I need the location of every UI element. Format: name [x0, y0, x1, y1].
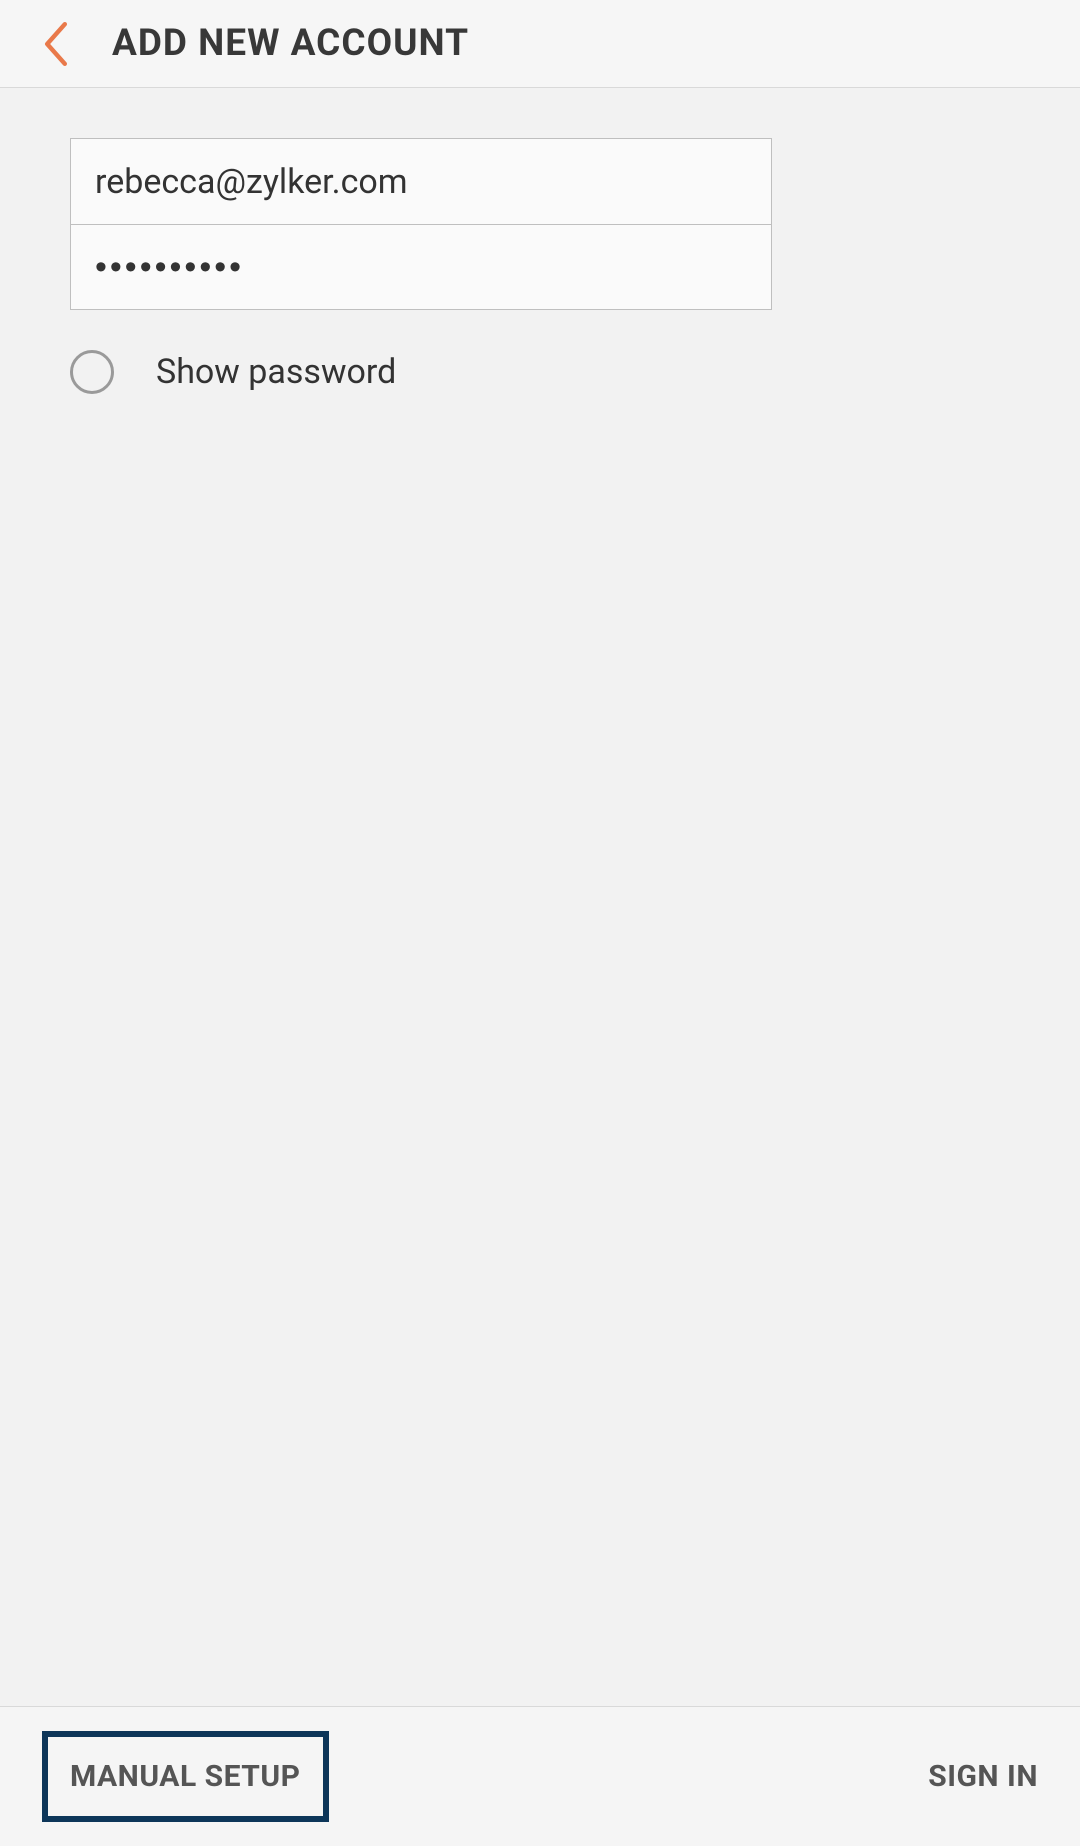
show-password-label: Show password — [156, 352, 396, 392]
email-field[interactable] — [71, 139, 771, 224]
page-title: ADD NEW ACCOUNT — [112, 22, 469, 65]
form-content: Show password — [0, 88, 1080, 1706]
footer-bar: MANUAL SETUP SIGN IN — [0, 1706, 1080, 1846]
manual-setup-button[interactable]: MANUAL SETUP — [42, 1731, 329, 1822]
show-password-radio[interactable] — [70, 350, 114, 394]
header-bar: ADD NEW ACCOUNT — [0, 0, 1080, 88]
credentials-group — [70, 138, 772, 310]
sign-in-button[interactable]: SIGN IN — [928, 1759, 1038, 1794]
show-password-row[interactable]: Show password — [70, 350, 1010, 394]
password-field[interactable] — [71, 224, 771, 309]
back-icon[interactable] — [42, 22, 70, 66]
add-account-screen: ADD NEW ACCOUNT Show password MANUAL SET… — [0, 0, 1080, 1846]
